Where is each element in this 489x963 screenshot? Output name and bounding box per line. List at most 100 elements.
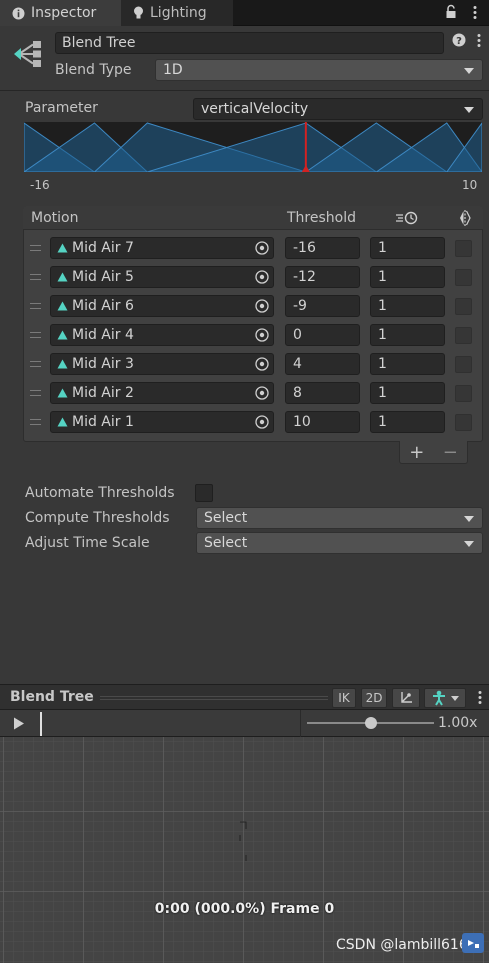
preview-viewport[interactable]: 0:00 (000.0%) Frame 0 CSDN @lambill616 (0, 737, 489, 963)
motion-name: Mid Air 1 (72, 414, 134, 430)
blend-tree-name: Blend Tree (62, 35, 136, 51)
compute-thresholds-dropdown[interactable]: Select (196, 507, 483, 529)
object-picker-icon[interactable] (253, 268, 271, 286)
preview-drag-handle[interactable] (100, 696, 328, 700)
mirror-checkbox[interactable] (455, 356, 472, 373)
drag-handle-icon[interactable] (30, 390, 41, 396)
header-menu-icon[interactable] (477, 33, 481, 52)
speed-field[interactable]: 1 (370, 382, 445, 404)
motion-field[interactable]: Mid Air 2 (50, 382, 274, 404)
preview-status: 0:00 (000.0%) Frame 0 (154, 901, 335, 917)
speed-slider-thumb[interactable] (364, 717, 377, 729)
mirror-checkbox[interactable] (455, 269, 472, 286)
ik-button[interactable]: IK (332, 688, 356, 708)
speed-field[interactable]: 1 (370, 411, 445, 433)
motion-row: Mid Air 6 -9 1 (24, 293, 482, 321)
motion-field[interactable]: Mid Air 4 (50, 324, 274, 346)
adjust-time-scale-dropdown[interactable]: Select (196, 532, 483, 554)
speed-field[interactable]: 1 (370, 237, 445, 259)
motion-name: Mid Air 5 (72, 269, 134, 285)
blend-type-dropdown[interactable]: 1D (155, 59, 483, 81)
threshold-field[interactable]: 4 (285, 353, 360, 375)
drag-handle-icon[interactable] (30, 303, 41, 309)
drag-handle-icon[interactable] (30, 361, 41, 367)
info-icon (12, 7, 25, 19)
parameter-dropdown[interactable]: verticalVelocity (193, 98, 483, 120)
speed-value: 1 (378, 414, 387, 430)
play-icon (14, 717, 24, 730)
speed-field[interactable]: 1 (370, 266, 445, 288)
speed-value: 1 (378, 298, 387, 314)
speed-field[interactable]: 1 (370, 295, 445, 317)
lightbulb-icon (134, 6, 143, 19)
speed-field[interactable]: 1 (370, 324, 445, 346)
2d-button[interactable]: 2D (361, 688, 387, 708)
motion-field[interactable]: Mid Air 7 (50, 237, 274, 259)
speed-value: 1 (378, 356, 387, 372)
mirror-checkbox[interactable] (455, 240, 472, 257)
threshold-field[interactable]: -9 (285, 295, 360, 317)
avatar-preview-button[interactable] (424, 688, 466, 708)
object-picker-icon[interactable] (253, 413, 271, 431)
object-picker-icon[interactable] (253, 297, 271, 315)
remove-motion-button[interactable]: − (443, 442, 458, 463)
motion-column-header: Motion (31, 210, 79, 226)
preview-grid (0, 737, 489, 963)
play-button[interactable] (13, 717, 25, 734)
chevron-down-icon (464, 516, 474, 522)
object-picker-icon[interactable] (253, 326, 271, 344)
threshold-value: -9 (293, 298, 307, 314)
lock-icon[interactable] (445, 4, 457, 23)
threshold-value: -16 (293, 240, 316, 256)
motion-name: Mid Air 6 (72, 298, 134, 314)
threshold-field[interactable]: -12 (285, 266, 360, 288)
drag-handle-icon[interactable] (30, 245, 41, 251)
threshold-field[interactable]: 0 (285, 324, 360, 346)
drag-handle-icon[interactable] (30, 419, 41, 425)
mirror-checkbox[interactable] (455, 298, 472, 315)
drag-handle-icon[interactable] (30, 274, 41, 280)
threshold-value: 10 (293, 414, 311, 430)
motion-field[interactable]: Mid Air 1 (50, 411, 274, 433)
preview-menu-icon[interactable] (478, 690, 482, 709)
tab-menu-icon[interactable] (473, 5, 477, 24)
compute-thresholds-value: Select (204, 510, 248, 526)
threshold-field[interactable]: 8 (285, 382, 360, 404)
threshold-value: 0 (293, 327, 302, 343)
blend-graph[interactable] (24, 122, 482, 172)
object-picker-icon[interactable] (253, 355, 271, 373)
motion-field[interactable]: Mid Air 5 (50, 266, 274, 288)
add-motion-button[interactable]: + (409, 442, 424, 463)
animation-clip-icon (57, 301, 68, 311)
animation-clip-icon (57, 272, 68, 282)
object-picker-icon[interactable] (253, 239, 271, 257)
timeline-playhead[interactable] (40, 712, 42, 736)
threshold-value: 8 (293, 385, 302, 401)
threshold-field[interactable]: 10 (285, 411, 360, 433)
tab-inspector-label: Inspector (31, 5, 97, 21)
parameter-min-label: -16 (30, 178, 50, 192)
drag-handle-icon[interactable] (30, 332, 41, 338)
tab-lighting[interactable]: Lighting (121, 0, 233, 26)
preview-playbar: 1.00x (0, 710, 489, 737)
speed-field[interactable]: 1 (370, 353, 445, 375)
chevron-down-icon (464, 68, 474, 74)
motion-field[interactable]: Mid Air 6 (50, 295, 274, 317)
chevron-down-icon (451, 695, 459, 701)
motion-field[interactable]: Mid Air 3 (50, 353, 274, 375)
threshold-field[interactable]: -16 (285, 237, 360, 259)
mirror-checkbox[interactable] (455, 327, 472, 344)
help-icon[interactable]: ? (452, 33, 466, 51)
tab-inspector[interactable]: Inspector (0, 0, 121, 26)
mirror-checkbox[interactable] (455, 414, 472, 431)
watermark-text: CSDN @lambill616 (336, 937, 468, 953)
pivot-button[interactable] (392, 688, 420, 708)
motion-list-header: Motion Threshold (23, 206, 483, 230)
scroll-indicator-icon[interactable] (462, 933, 484, 953)
blend-tree-name-field[interactable]: Blend Tree (55, 32, 444, 54)
automate-thresholds-checkbox[interactable] (195, 484, 213, 502)
mirror-checkbox[interactable] (455, 385, 472, 402)
animation-clip-icon (57, 359, 68, 369)
object-picker-icon[interactable] (253, 384, 271, 402)
speed-value: 1 (378, 240, 387, 256)
